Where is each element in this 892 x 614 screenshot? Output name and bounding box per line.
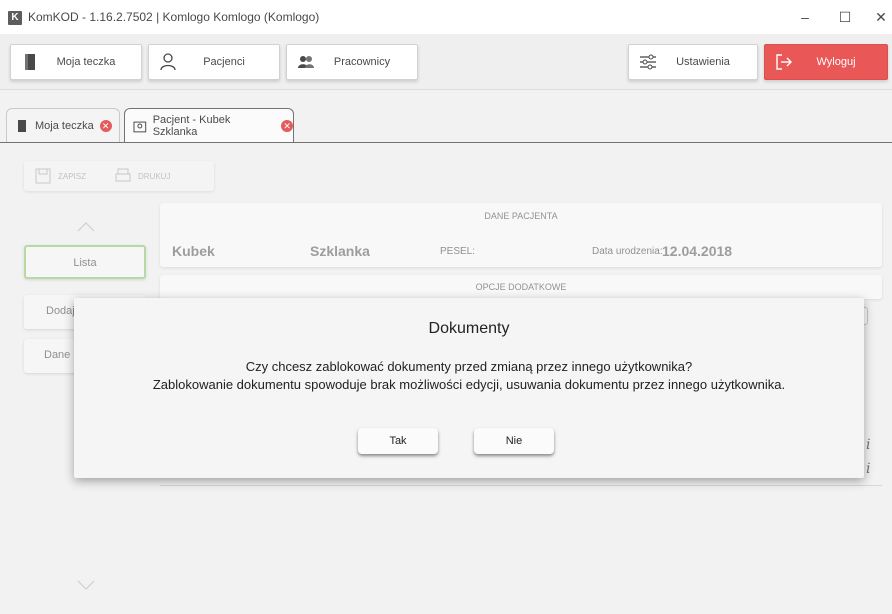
no-button[interactable]: Nie — [474, 428, 554, 454]
dialog-message: Czy chcesz zablokować dokumenty przed zm… — [74, 358, 864, 394]
dialog-title: Dokumenty — [428, 320, 510, 337]
yes-button[interactable]: Tak — [358, 428, 438, 454]
dialog-line-2: Zablokowanie dokumentu spowoduje brak mo… — [152, 377, 786, 392]
dialog-line-1: Czy chcesz zablokować dokumenty przed zm… — [245, 359, 693, 374]
dokumenty-dialog: Dokumenty Czy chcesz zablokować dokument… — [74, 298, 864, 478]
